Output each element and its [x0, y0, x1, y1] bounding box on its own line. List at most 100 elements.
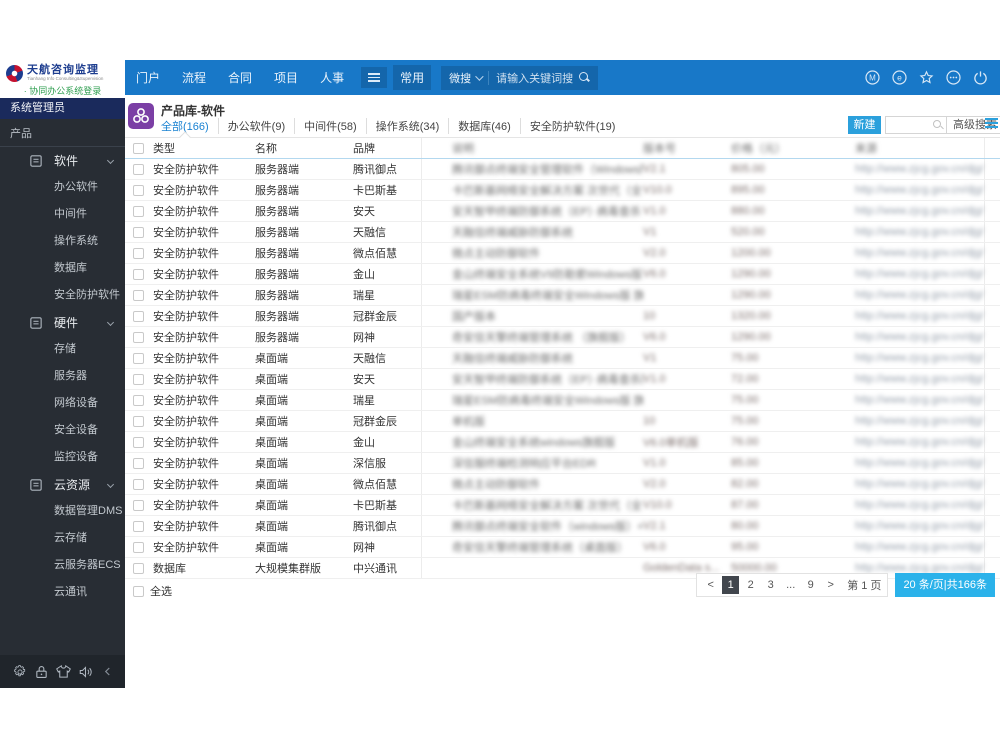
row-checkbox[interactable]: [133, 394, 144, 406]
table-row[interactable]: 安全防护软件 服务器端 微点佰慧 微点主动防御软件 V2.0 1200.00 h…: [125, 243, 1000, 264]
page-button-3[interactable]: 3: [762, 576, 779, 594]
message-icon[interactable]: e: [891, 70, 907, 86]
sidebar-item-cloud-storage[interactable]: 云存储: [0, 525, 125, 552]
nav-menu-button[interactable]: [361, 67, 388, 88]
column-header-price-blurred[interactable]: 价格（元）: [731, 140, 855, 156]
power-icon[interactable]: [972, 70, 988, 86]
global-search-input[interactable]: 请输入关键词搜: [496, 70, 573, 86]
select-all-control[interactable]: 全选: [133, 583, 172, 599]
column-header-desc-blurred[interactable]: 说明: [422, 140, 643, 156]
table-row[interactable]: 安全防护软件 桌面端 腾讯御点 腾讯御点终端安全软件（windows版）+EDR…: [125, 516, 1000, 537]
nav-item-frequent[interactable]: 常用: [393, 65, 432, 90]
cell-source-link-blurred[interactable]: http://www.zjcg.gov.cn/djg/: [855, 226, 984, 238]
cell-source-link-blurred[interactable]: http://www.zjcg.gov.cn/djg/: [855, 499, 984, 511]
sidebar-item-security-software[interactable]: 安全防护软件: [0, 282, 125, 309]
select-all-checkbox[interactable]: [133, 585, 144, 597]
nav-item-project[interactable]: 项目: [263, 69, 309, 86]
table-row[interactable]: 安全防护软件 服务器端 网神 奇安信天擎终端管理系统 （旗舰版） V6.0 12…: [125, 327, 1000, 348]
cell-source-link-blurred[interactable]: http://www.zjcg.gov.cn/djg/: [855, 373, 984, 385]
column-header-brand[interactable]: 品牌: [353, 140, 421, 156]
page-jump-label[interactable]: 第 1 页: [847, 577, 881, 593]
tab-database[interactable]: 数据库(46): [449, 117, 521, 134]
row-checkbox[interactable]: [133, 352, 144, 364]
sidebar-group-hardware[interactable]: 硬件: [0, 309, 125, 336]
row-checkbox[interactable]: [133, 520, 144, 532]
cell-source-link-blurred[interactable]: http://www.zjcg.gov.cn/djg/: [855, 205, 984, 217]
more-icon[interactable]: [945, 70, 961, 86]
column-header-type[interactable]: 类型: [153, 140, 255, 156]
sidebar-item-network-device[interactable]: 网络设备: [0, 390, 125, 417]
row-checkbox[interactable]: [133, 205, 144, 217]
cell-source-link-blurred[interactable]: http://www.zjcg.gov.cn/djg/: [855, 184, 984, 196]
row-checkbox[interactable]: [133, 289, 144, 301]
search-icon[interactable]: [579, 72, 590, 83]
tab-os[interactable]: 操作系统(34): [367, 117, 450, 134]
new-button[interactable]: 新建: [848, 116, 881, 134]
cell-source-link-blurred[interactable]: http://www.zjcg.gov.cn/djg/: [855, 394, 984, 406]
cell-source-link-blurred[interactable]: http://www.zjcg.gov.cn/djg/: [855, 163, 984, 175]
page-button-2[interactable]: 2: [742, 576, 759, 594]
cell-source-link-blurred[interactable]: http://www.zjcg.gov.cn/djg/: [855, 436, 984, 448]
sidebar-item-ecs[interactable]: 云服务器ECS: [0, 552, 125, 579]
table-row[interactable]: 安全防护软件 服务器端 冠群金辰 国产版本 10 1320.00 http://…: [125, 306, 1000, 327]
row-checkbox[interactable]: [133, 184, 144, 196]
table-row[interactable]: 安全防护软件 桌面端 金山 金山终端安全系统windows旗舰版 V6.0单机版…: [125, 432, 1000, 453]
tab-middleware[interactable]: 中间件(58): [295, 117, 367, 134]
sidebar-section-product[interactable]: 产品: [0, 119, 125, 146]
row-checkbox[interactable]: [133, 268, 144, 280]
lock-icon[interactable]: [34, 664, 49, 679]
row-checkbox[interactable]: [133, 373, 144, 385]
cell-source-link-blurred[interactable]: http://www.zjcg.gov.cn/djg/: [855, 415, 984, 427]
office-system-login-link[interactable]: · 协同办公系统登录: [0, 84, 125, 97]
table-row[interactable]: 安全防护软件 桌面端 冠群金辰 单机版 10 75.00 http://www.…: [125, 411, 1000, 432]
table-row[interactable]: 安全防护软件 服务器端 卡巴斯基 卡巴斯基网络安全解决方案 次世代（全面防护版）…: [125, 180, 1000, 201]
table-row[interactable]: 安全防护软件 桌面端 卡巴斯基 卡巴斯基网络安全解决方案 次世代（全面防护版） …: [125, 495, 1000, 516]
table-row[interactable]: 安全防护软件 桌面端 瑞星 瑞星ESM防病毒终端安全Windows版 旗舰版 7…: [125, 390, 1000, 411]
sidebar-item-server[interactable]: 服务器: [0, 363, 125, 390]
star-icon[interactable]: [918, 70, 934, 86]
sidebar-item-storage[interactable]: 存储: [0, 336, 125, 363]
sidebar-item-cloud-comm[interactable]: 云通讯: [0, 579, 125, 606]
table-row[interactable]: 安全防护软件 服务器端 瑞星 瑞星ESM防病毒终端安全Windows版 旗舰 1…: [125, 285, 1000, 306]
sidebar-item-office-software[interactable]: 办公软件: [0, 174, 125, 201]
table-search-input[interactable]: [886, 117, 932, 133]
nav-item-contract[interactable]: 合同: [217, 69, 263, 86]
table-row[interactable]: 安全防护软件 服务器端 腾讯御点 腾讯御点终端安全管理软件（Windows版） …: [125, 159, 1000, 180]
prev-page-button[interactable]: <: [702, 576, 719, 594]
sidebar-item-database[interactable]: 数据库: [0, 255, 125, 282]
tab-office-software[interactable]: 办公软件(9): [219, 117, 296, 134]
nav-item-hr[interactable]: 人事: [309, 69, 355, 86]
global-search-bar[interactable]: 微搜 请输入关键词搜: [441, 65, 599, 90]
volume-icon[interactable]: [78, 664, 93, 679]
row-checkbox[interactable]: [133, 478, 144, 490]
cell-source-link-blurred[interactable]: http://www.zjcg.gov.cn/djg/: [855, 289, 984, 301]
search-icon[interactable]: [932, 119, 944, 131]
row-checkbox[interactable]: [133, 331, 144, 343]
cell-source-link-blurred[interactable]: http://www.zjcg.gov.cn/djg/: [855, 331, 984, 343]
search-scope-selector[interactable]: 微搜: [449, 70, 471, 86]
page-size-info-button[interactable]: 20 条/页|共166条: [895, 573, 995, 597]
row-checkbox[interactable]: [133, 163, 144, 175]
cell-source-link-blurred[interactable]: http://www.zjcg.gov.cn/djg/: [855, 268, 984, 280]
row-checkbox[interactable]: [133, 310, 144, 322]
collapse-icon[interactable]: [100, 664, 115, 679]
row-checkbox[interactable]: [133, 541, 144, 553]
column-header-source-blurred[interactable]: 来源: [855, 140, 984, 156]
sidebar-item-os[interactable]: 操作系统: [0, 228, 125, 255]
theme-skin-icon[interactable]: [56, 664, 71, 679]
table-row[interactable]: 安全防护软件 桌面端 深信服 深信服终端检测响应平台EDR V1.0 85.00…: [125, 453, 1000, 474]
sidebar-item-middleware[interactable]: 中间件: [0, 201, 125, 228]
column-header-name[interactable]: 名称: [255, 140, 353, 156]
table-row[interactable]: 安全防护软件 服务器端 天融信 天融信终端威胁防御系统 V1 520.00 ht…: [125, 222, 1000, 243]
page-button-1[interactable]: 1: [722, 576, 740, 594]
row-checkbox[interactable]: [133, 436, 144, 448]
nav-item-process[interactable]: 流程: [171, 69, 217, 86]
column-header-version-blurred[interactable]: 版本号: [643, 140, 731, 156]
cell-source-link-blurred[interactable]: http://www.zjcg.gov.cn/djg/: [855, 352, 984, 364]
page-button-9[interactable]: 9: [802, 576, 819, 594]
row-checkbox[interactable]: [133, 415, 144, 427]
table-row[interactable]: 安全防护软件 桌面端 微点佰慧 微点主动防御软件 V2.0 82.00 http…: [125, 474, 1000, 495]
m-badge-icon[interactable]: M: [864, 70, 880, 86]
tab-all[interactable]: 全部(166): [161, 117, 219, 134]
row-checkbox[interactable]: [133, 499, 144, 511]
